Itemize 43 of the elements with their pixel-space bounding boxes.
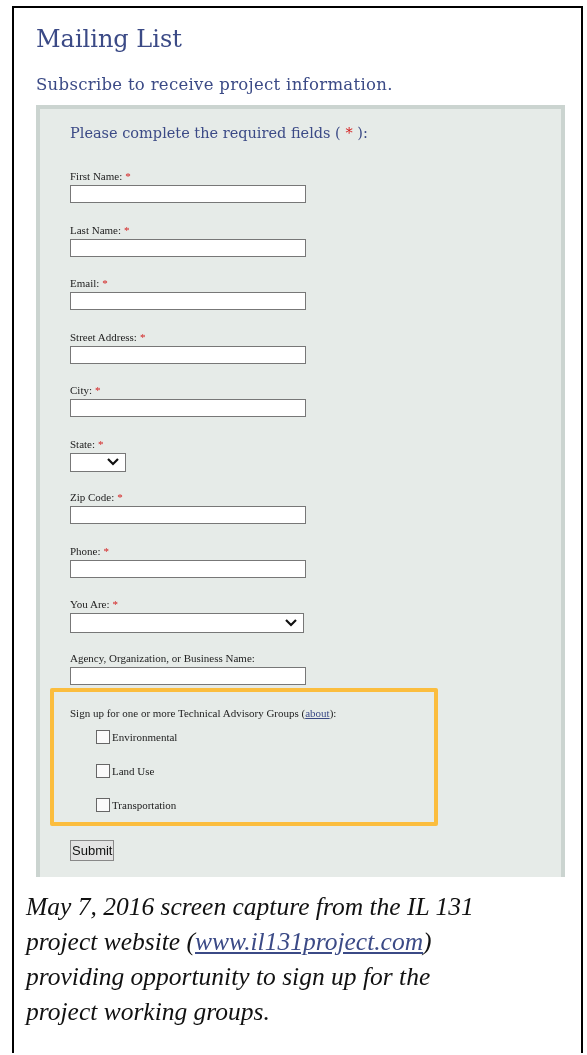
field-label: Last Name: * bbox=[70, 222, 130, 237]
field-label: State: * bbox=[70, 436, 104, 451]
checkbox-label: Transportation bbox=[112, 799, 177, 811]
field-label: Zip Code: * bbox=[70, 490, 123, 504]
field-label: Agency, Organization, or Business Name: bbox=[70, 650, 255, 665]
text-field[interactable] bbox=[70, 399, 306, 417]
text-field[interactable] bbox=[70, 506, 306, 524]
chevron-down-icon bbox=[285, 619, 297, 627]
field-label: Email: * bbox=[70, 276, 108, 290]
form-instructions: Please complete the required fields ( * ): bbox=[70, 124, 368, 143]
field-label: City: * bbox=[70, 383, 101, 397]
dropdown[interactable] bbox=[70, 452, 126, 472]
text-field[interactable] bbox=[70, 559, 306, 578]
required-asterisk: * bbox=[98, 437, 104, 450]
field-label: Phone: * bbox=[70, 543, 110, 558]
required-asterisk: * bbox=[124, 223, 130, 236]
required-asterisk: * bbox=[95, 384, 101, 396]
text-field[interactable] bbox=[70, 292, 306, 310]
field-label: Street Address: * bbox=[70, 329, 146, 344]
caption-text: May 7, 2016 screen capture from the IL 131 project website (www.il131project.com) providing opportunity to sign up for the project working groups. bbox=[26, 891, 475, 1028]
text-field[interactable] bbox=[70, 345, 306, 364]
required-asterisk: * bbox=[103, 544, 110, 557]
checkbox[interactable] bbox=[96, 730, 110, 744]
required-asterisk: * bbox=[139, 330, 146, 343]
page-title: Mailing List bbox=[36, 24, 183, 54]
page-subtitle: Subscribe to receive project information. bbox=[36, 74, 394, 96]
text-field[interactable] bbox=[70, 238, 306, 257]
field-label: You Are: * bbox=[70, 597, 119, 611]
field-label: First Name: * bbox=[70, 169, 131, 183]
text-field[interactable] bbox=[70, 666, 306, 685]
required-asterisk: * bbox=[102, 277, 108, 289]
submit-button[interactable]: Submit bbox=[70, 840, 115, 861]
required-asterisk: * bbox=[125, 170, 131, 182]
chevron-down-icon bbox=[107, 458, 119, 466]
checkbox[interactable] bbox=[96, 764, 110, 778]
required-asterisk: * bbox=[112, 598, 119, 610]
about-link[interactable]: about bbox=[305, 707, 330, 719]
checkbox-label: Environmental bbox=[112, 731, 178, 743]
text-field[interactable] bbox=[70, 185, 306, 203]
required-asterisk: * bbox=[117, 491, 123, 503]
checkbox-label: Land Use bbox=[112, 765, 155, 777]
advisory-group-prompt: Sign up for one or more Technical Advisory Groups (about): bbox=[70, 706, 338, 720]
checkbox[interactable] bbox=[96, 798, 110, 812]
